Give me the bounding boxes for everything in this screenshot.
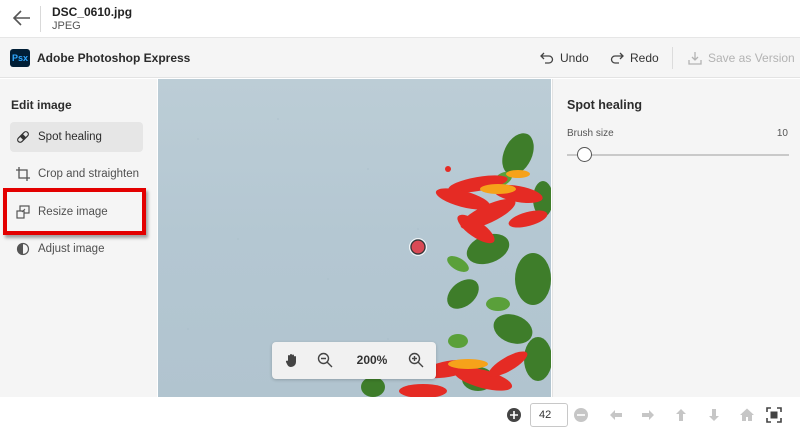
bottom-bar — [0, 397, 800, 431]
app-title: Adobe Photoshop Express — [37, 51, 191, 65]
edit-panel: Edit image Spot healing Crop and straigh… — [0, 79, 157, 397]
arrow-right-icon[interactable] — [640, 407, 656, 423]
image-canvas[interactable]: 200% — [158, 79, 551, 397]
file-name: DSC_0610.jpg — [52, 5, 133, 19]
save-as-version-button[interactable]: Save as Version — [688, 49, 795, 67]
brush-size-slider-thumb[interactable] — [577, 147, 592, 162]
file-bar: DSC_0610.jpg JPEG — [0, 0, 800, 38]
brush-size-value: 10 — [776, 128, 788, 139]
resize-icon — [16, 205, 30, 219]
app-logo: Psx — [10, 49, 30, 67]
hand-icon[interactable] — [284, 352, 300, 368]
undo-label: Undo — [560, 51, 589, 65]
divider — [40, 6, 41, 32]
arrow-up-icon[interactable] — [673, 407, 689, 423]
app-toolbar: Psx Adobe Photoshop Express Undo Redo Sa… — [0, 38, 800, 78]
tool-spot-healing[interactable]: Spot healing — [10, 122, 143, 152]
brush-size-label: Brush size — [567, 128, 614, 139]
tool-options-panel: Spot healing Brush size 10 — [552, 79, 800, 397]
home-icon[interactable] — [739, 407, 755, 423]
arrow-down-icon[interactable] — [706, 407, 722, 423]
fit-screen-icon[interactable] — [766, 407, 782, 423]
undo-button[interactable]: Undo — [540, 49, 589, 67]
value-input[interactable] — [530, 403, 568, 427]
zoom-out-icon[interactable] — [317, 352, 333, 368]
arrow-left-icon — [12, 10, 30, 26]
save-icon — [688, 52, 702, 65]
tool-crop-and-straighten[interactable]: Crop and straighten — [10, 159, 143, 189]
back-button[interactable] — [10, 7, 34, 29]
divider — [672, 47, 673, 69]
bandage-icon — [17, 131, 29, 143]
redo-button[interactable]: Redo — [610, 49, 659, 67]
redo-icon — [610, 52, 624, 64]
crop-icon — [16, 167, 30, 181]
zoom-in-icon[interactable] — [408, 352, 424, 368]
brush-size-slider-track[interactable] — [567, 154, 789, 156]
tool-adjust-image[interactable]: Adjust image — [10, 234, 143, 264]
arrow-left-icon[interactable] — [608, 407, 624, 423]
minus-circle-icon[interactable] — [573, 407, 589, 423]
tool-label: Spot healing — [38, 131, 102, 143]
panel-title: Spot healing — [567, 98, 642, 112]
undo-icon — [540, 52, 554, 64]
file-type: JPEG — [52, 20, 81, 32]
save-as-version-label: Save as Version — [708, 51, 795, 65]
redo-label: Redo — [630, 51, 659, 65]
plus-circle-icon[interactable] — [506, 407, 522, 423]
tool-label: Resize image — [38, 206, 108, 218]
tool-label: Crop and straighten — [38, 168, 140, 180]
zoom-level: 200% — [356, 353, 388, 367]
tool-label: Adjust image — [38, 243, 105, 255]
zoom-controls: 200% — [272, 342, 436, 379]
panel-heading: Edit image — [11, 98, 72, 112]
adjust-icon — [16, 242, 30, 256]
tool-resize-image[interactable]: Resize image — [10, 197, 143, 227]
